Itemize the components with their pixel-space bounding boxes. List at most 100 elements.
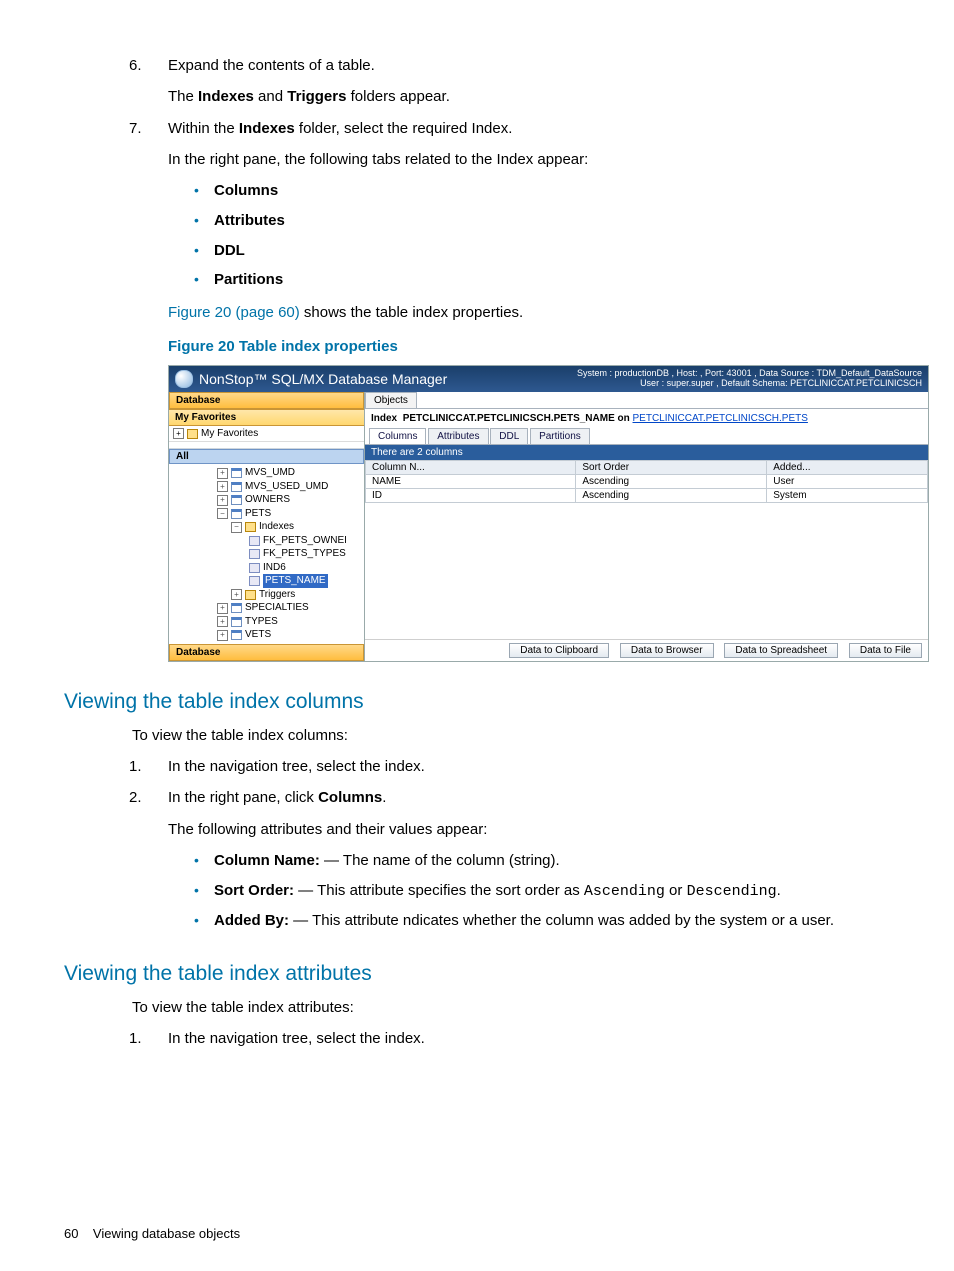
step-6-sub: The Indexes and Triggers folders appear. [168,85,890,108]
step-7: 7. Within the Indexes folder, select the… [64,117,890,140]
heading-view-columns: Viewing the table index columns [64,690,890,714]
figure-link[interactable]: Figure 20 (page 60) [168,304,300,321]
tree-item[interactable]: FK_PETS_TYPES [263,547,346,561]
tab-partitions[interactable]: Partitions [530,428,590,444]
index-icon [249,536,260,546]
heading-view-attributes: Viewing the table index attributes [64,962,890,986]
right-pane: Objects Index PETCLINICCAT.PETCLINICSCH.… [365,392,928,661]
step-1: 1.In the navigation tree, select the ind… [64,755,890,778]
footer-title: Viewing database objects [93,1226,240,1241]
expand-icon[interactable]: + [217,616,228,627]
collapse-icon[interactable]: − [231,522,242,533]
window-titlebar: NonStop™ SQL/MX Database Manager System … [169,366,928,392]
step-1: 1.In the navigation tree, select the ind… [64,1027,890,1050]
fav-item[interactable]: + My Favorites [169,426,364,442]
table-icon [231,468,242,478]
page-number: 60 [64,1226,78,1241]
col-header[interactable]: Added... [767,461,928,475]
tab-objects[interactable]: Objects [365,392,417,408]
tree-item[interactable]: OWNERS [245,493,290,507]
table-row[interactable]: NAMEAscendingUser [366,475,928,489]
tab-item-attributes: Attributes [64,209,890,234]
data-to-clipboard-button[interactable]: Data to Clipboard [509,643,609,658]
tree-item[interactable]: TYPES [245,615,278,629]
expand-icon[interactable]: + [231,589,242,600]
index-icon [249,576,260,586]
objects-tabbar: Objects [365,392,928,409]
tree-item[interactable]: VETS [245,628,271,642]
expand-icon[interactable]: + [217,481,228,492]
left-pane: Database My Favorites + My Favorites All… [169,392,365,661]
index-tabs: Columns Attributes DDL Partitions [365,428,928,445]
tree-item[interactable]: Indexes [259,520,294,534]
figure-ref: Figure 20 (page 60) shows the table inde… [168,301,890,324]
tree-item-selected[interactable]: PETS_NAME [263,574,328,588]
table-icon [231,630,242,640]
table-icon [231,482,242,492]
step-6: 6. Expand the contents of a table. [64,54,890,77]
table-row[interactable]: IDAscendingSystem [366,489,928,503]
section-database[interactable]: Database [169,392,364,409]
index-link[interactable]: PETCLINICCAT.PETCLINICSCH.PETS [633,413,808,424]
table-icon [231,617,242,627]
tab-item-ddl: DDL [64,239,890,264]
attr-item: Sort Order: — This attribute specifies t… [64,879,890,905]
index-icon [249,563,260,573]
app-title: NonStop™ SQL/MX Database Manager [199,371,447,387]
index-icon [249,549,260,559]
tree-item[interactable]: MVS_USED_UMD [245,480,328,494]
table-icon [231,495,242,505]
step-num: 6. [129,54,142,77]
tab-ddl[interactable]: DDL [490,428,528,444]
tree-item[interactable]: Triggers [259,588,295,602]
app-icon [175,370,193,388]
table-header: Column N... Sort Order Added... [366,461,928,475]
tree-item[interactable]: FK_PETS_OWNEI [263,534,347,548]
step-2-sub: The following attributes and their value… [168,818,890,841]
table-icon [231,603,242,613]
expand-icon[interactable]: + [217,468,228,479]
data-to-spreadsheet-button[interactable]: Data to Spreadsheet [724,643,838,658]
intro-text: To view the table index columns: [132,724,890,747]
column-count: There are 2 columns [365,445,928,460]
expand-icon[interactable]: + [173,428,184,439]
data-to-browser-button[interactable]: Data to Browser [620,643,714,658]
expand-icon[interactable]: + [217,603,228,614]
collapse-icon[interactable]: − [217,508,228,519]
figure-caption: Figure 20 Table index properties [168,338,890,355]
attr-item: Column Name: — The name of the column (s… [64,849,890,874]
section-database-bottom[interactable]: Database [169,644,364,661]
table-icon [231,509,242,519]
tree-item[interactable]: MVS_UMD [245,466,295,480]
tab-columns[interactable]: Columns [369,428,426,444]
step-7-sub: In the right pane, the following tabs re… [168,148,890,171]
nav-tree[interactable]: +MVS_UMD +MVS_USED_UMD +OWNERS −PETS −In… [169,464,364,644]
col-header[interactable]: Column N... [366,461,576,475]
tree-item[interactable]: SPECIALTIES [245,601,309,615]
index-title: Index PETCLINICCAT.PETCLINICSCH.PETS_NAM… [365,409,928,428]
step-text: Expand the contents of a table. [168,57,375,74]
step-num: 7. [129,117,142,140]
tab-item-columns: Columns [64,179,890,204]
folder-icon [187,429,198,439]
attr-item: Added By: — This attribute ndicates whet… [64,909,890,934]
page-footer: 60 Viewing database objects [64,1226,240,1241]
col-header[interactable]: Sort Order [576,461,767,475]
tab-attributes[interactable]: Attributes [428,428,488,444]
all-tab[interactable]: All [169,449,364,464]
tree-item[interactable]: IND6 [263,561,286,575]
tree-item[interactable]: PETS [245,507,271,521]
step-2: 2.In the right pane, click Columns. [64,786,890,809]
intro-text: To view the table index attributes: [132,996,890,1019]
data-to-file-button[interactable]: Data to File [849,643,922,658]
sys-line-2: User : super.super , Default Schema: PET… [577,379,922,389]
folder-icon [245,590,256,600]
columns-grid: Column N... Sort Order Added... NAMEAsce… [365,460,928,503]
my-favorites-header[interactable]: My Favorites [169,409,364,426]
expand-icon[interactable]: + [217,495,228,506]
folder-icon [245,522,256,532]
tab-item-partitions: Partitions [64,268,890,293]
screenshot: NonStop™ SQL/MX Database Manager System … [168,365,929,662]
bottom-actions: Data to Clipboard Data to Browser Data t… [365,639,928,661]
expand-icon[interactable]: + [217,630,228,641]
